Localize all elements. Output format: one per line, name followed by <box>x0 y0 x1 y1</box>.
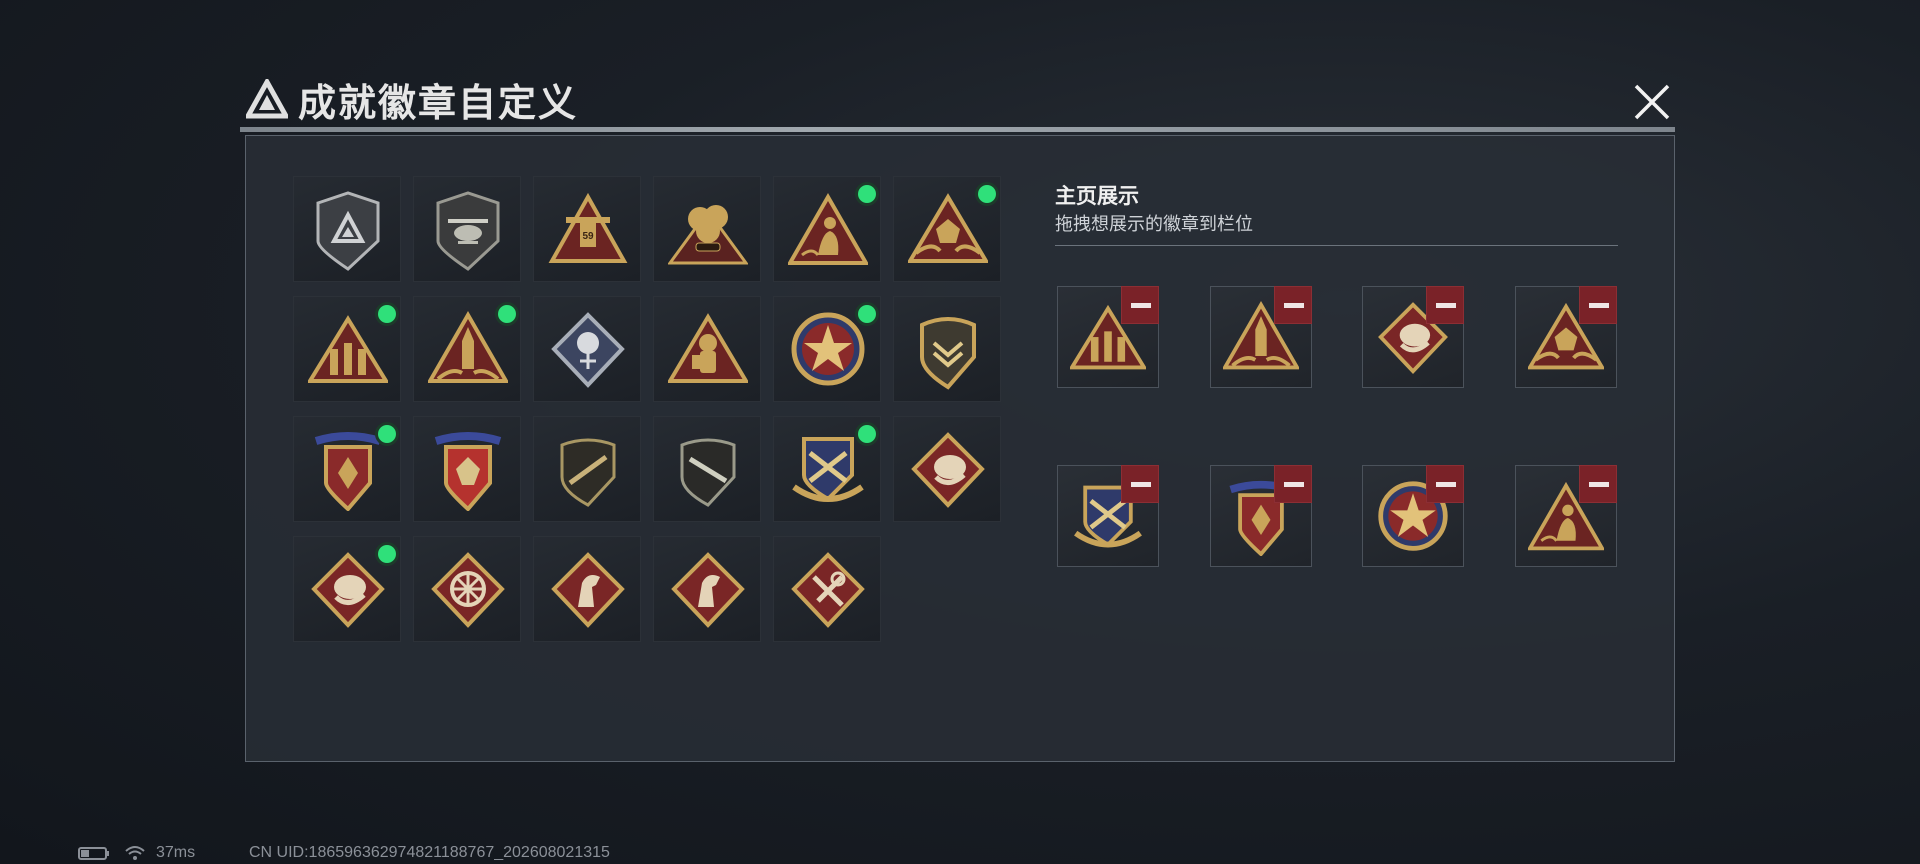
badge-cell[interactable] <box>413 416 521 522</box>
equipped-indicator <box>858 305 876 323</box>
showcase-slot[interactable] <box>1057 286 1159 388</box>
badge-cell[interactable] <box>653 176 761 282</box>
wifi-icon <box>125 846 145 860</box>
status-bar: 37ms CN UID:18659636297482118876​7_20260… <box>78 844 610 862</box>
star-round-badge-icon <box>791 312 865 386</box>
remove-badge-button[interactable] <box>1579 465 1617 503</box>
badge-cell[interactable] <box>533 416 641 522</box>
tower-59-badge-icon: 59 <box>548 192 628 263</box>
showcase-slot[interactable] <box>1210 465 1312 567</box>
soldiers-triangle-badge-icon <box>308 315 388 383</box>
equipped-indicator <box>378 545 396 563</box>
remove-badge-button[interactable] <box>1121 465 1159 503</box>
badge-cell[interactable] <box>293 176 401 282</box>
showcase-slot[interactable] <box>1362 286 1464 388</box>
showcase-slot[interactable] <box>1210 286 1312 388</box>
dialog-top-border <box>240 127 1675 132</box>
remove-badge-button[interactable] <box>1579 286 1617 324</box>
tools-diamond-badge-icon <box>791 552 865 628</box>
badge-cell[interactable] <box>413 176 521 282</box>
equipped-indicator <box>858 425 876 443</box>
badge-cell[interactable] <box>893 296 1001 402</box>
crossed-arms-shield-badge-icon <box>792 437 864 502</box>
equipped-indicator <box>858 185 876 203</box>
horse-diamond-badge-icon <box>671 552 745 628</box>
remove-badge-button[interactable] <box>1274 286 1312 324</box>
showcase-slot[interactable] <box>1362 465 1464 567</box>
badge-cell[interactable] <box>293 536 401 642</box>
showcase-slot[interactable] <box>1057 465 1159 567</box>
showcase-divider <box>1055 245 1618 246</box>
badge-cell[interactable] <box>533 296 641 402</box>
rifle-shield-badge-icon <box>560 438 616 507</box>
ribbon-shield-badge-icon <box>314 432 382 511</box>
dialog-header: 成就徽章自定义 <box>246 76 578 125</box>
badge-cell[interactable] <box>893 416 1001 522</box>
latency-text: 37ms <box>156 844 196 861</box>
equipped-indicator <box>978 185 996 203</box>
horse-diamond-badge-icon <box>551 552 625 628</box>
badge-cell[interactable] <box>773 176 881 282</box>
rifle-shield-dark-badge-icon <box>680 438 736 507</box>
snake-diamond-badge-icon <box>311 552 385 628</box>
showcase-title: 主页展示 <box>1055 185 1139 208</box>
showcase-subtitle: 拖拽想展示的徽章到栏位 <box>1055 214 1253 234</box>
battery-icon <box>78 847 109 860</box>
flower-triangle-badge-icon <box>908 193 988 263</box>
equipped-indicator <box>498 305 516 323</box>
equipped-indicator <box>378 305 396 323</box>
showcase-slot[interactable] <box>1515 465 1617 567</box>
remove-badge-button[interactable] <box>1426 286 1464 324</box>
badge-cell[interactable] <box>293 296 401 402</box>
explosion-badge-icon <box>668 205 748 265</box>
wheel-diamond-badge-icon <box>431 552 505 628</box>
user-uid-text: CN UID:18659636297482118876​7_2026080213… <box>249 844 610 861</box>
astronaut-triangle-badge-icon <box>668 313 748 383</box>
remove-badge-button[interactable] <box>1426 465 1464 503</box>
badge-cell[interactable] <box>653 536 761 642</box>
badge-cell[interactable] <box>533 536 641 642</box>
badge-cell[interactable] <box>773 416 881 522</box>
badge-cell[interactable] <box>413 536 521 642</box>
kneeling-soldier-badge-icon <box>788 192 868 265</box>
helicopter-shield-badge-icon <box>436 191 500 271</box>
chevron-shield-badge-icon <box>920 317 976 390</box>
svg-text:59: 59 <box>582 231 594 242</box>
snake-diamond-badge-icon <box>911 432 985 508</box>
badge-cell[interactable] <box>653 416 761 522</box>
rose-diamond-badge-icon <box>551 312 625 388</box>
badge-cell[interactable] <box>653 296 761 402</box>
badge-cell[interactable] <box>293 416 401 522</box>
badge-cell[interactable] <box>413 296 521 402</box>
game-logo-icon <box>246 79 288 119</box>
remove-badge-button[interactable] <box>1274 465 1312 503</box>
remove-badge-button[interactable] <box>1121 286 1159 324</box>
close-icon[interactable] <box>1630 80 1674 124</box>
rocket-triangle-badge-icon <box>428 310 508 383</box>
ribbon-shield-red-badge-icon <box>434 432 502 511</box>
badge-cell[interactable] <box>773 296 881 402</box>
showcase-slot[interactable] <box>1515 286 1617 388</box>
equipped-indicator <box>378 425 396 443</box>
plain-shield-badge-icon <box>316 191 380 271</box>
badge-cell[interactable]: 59 <box>533 176 641 282</box>
badge-cell[interactable] <box>773 536 881 642</box>
badge-cell[interactable] <box>893 176 1001 282</box>
page-title: 成就徽章自定义 <box>298 82 579 125</box>
